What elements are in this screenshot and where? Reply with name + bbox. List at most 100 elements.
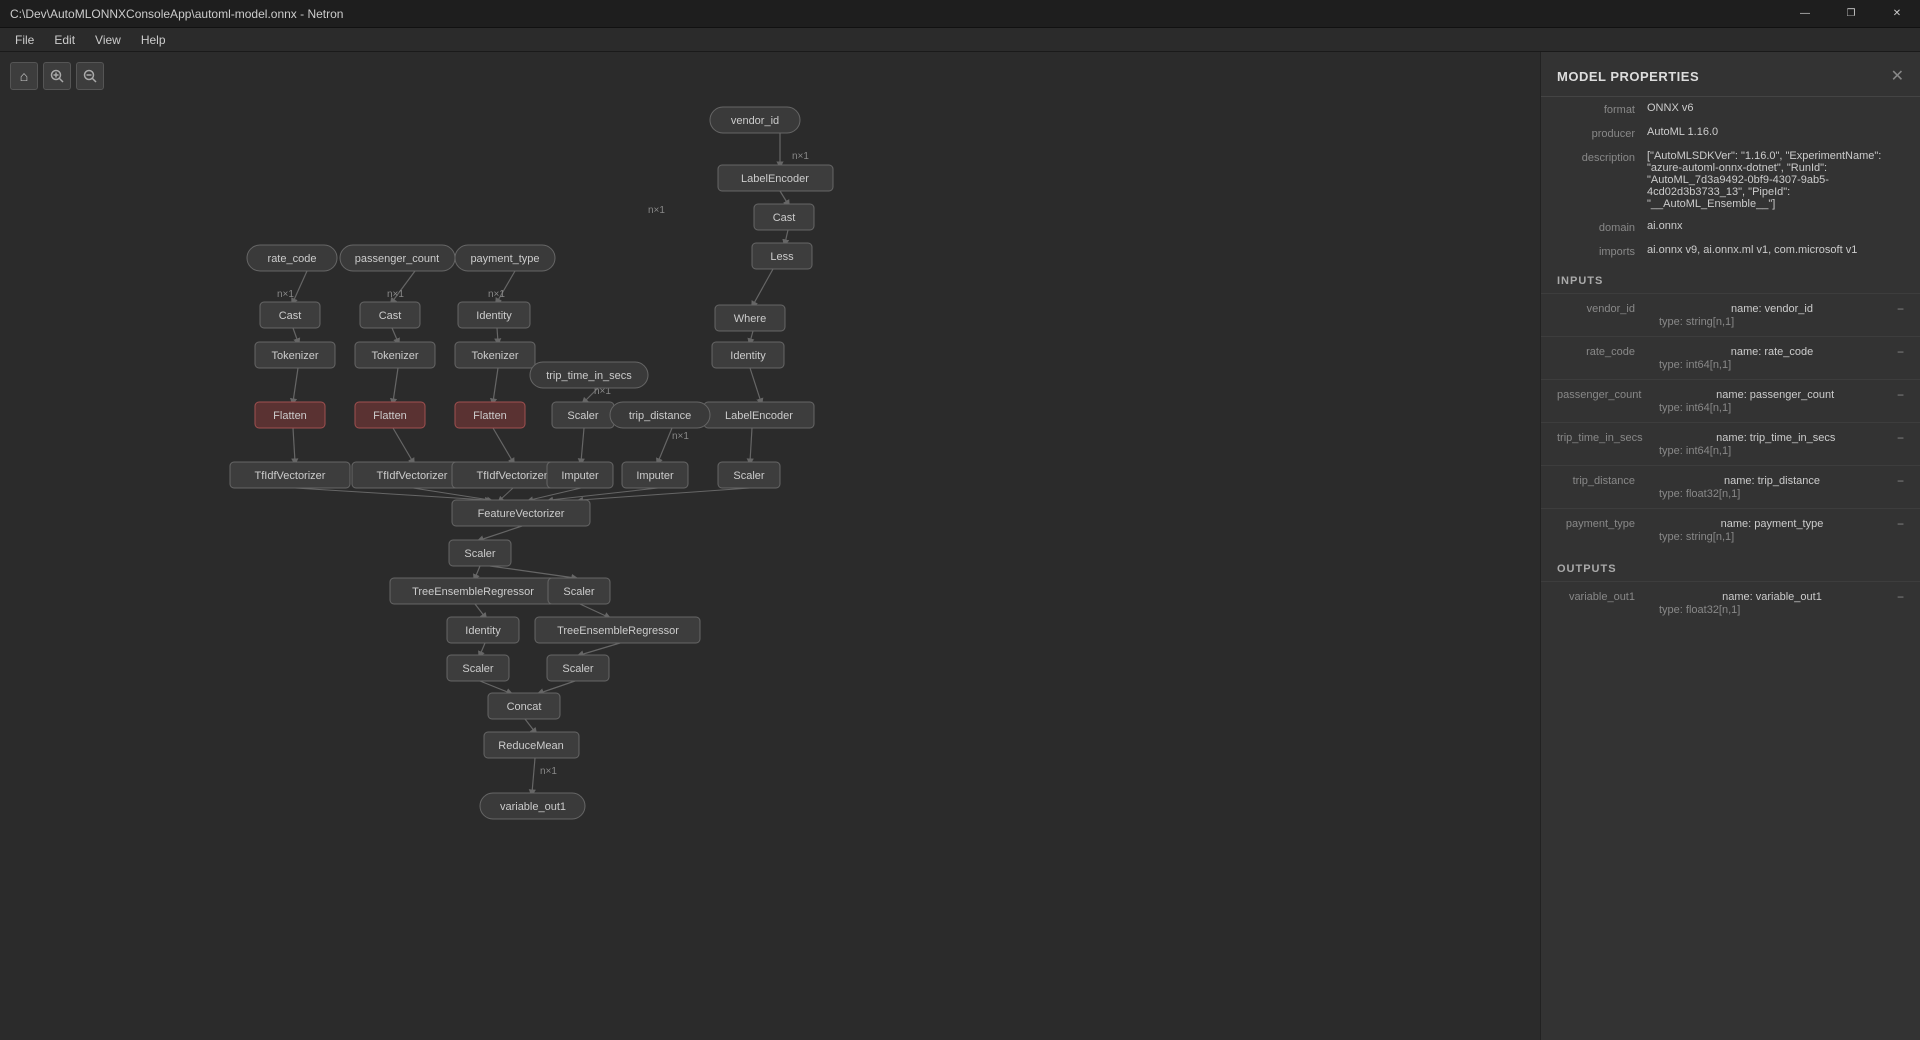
input-payment-type[interactable]: payment_type name: payment_type − type: … bbox=[1541, 508, 1920, 551]
input-vendor-id-type: type: string[n,1] bbox=[1557, 316, 1904, 332]
svg-text:FeatureVectorizer: FeatureVectorizer bbox=[478, 508, 565, 520]
menubar: File Edit View Help bbox=[0, 28, 1920, 52]
prop-imports-value: ai.onnx v9, ai.onnx.ml v1, com.microsoft… bbox=[1647, 244, 1904, 258]
menu-edit[interactable]: Edit bbox=[44, 28, 85, 52]
input-trip-time-name: name: trip_time_in_secs bbox=[1716, 432, 1835, 444]
sidebar-title: MODEL PROPERTIES bbox=[1557, 69, 1699, 84]
svg-text:Scaler: Scaler bbox=[733, 470, 765, 482]
input-trip-distance[interactable]: trip_distance name: trip_distance − type… bbox=[1541, 465, 1920, 508]
svg-text:Identity: Identity bbox=[476, 310, 512, 322]
input-rate-code-label: rate_code bbox=[1557, 346, 1647, 358]
prop-format-value: ONNX v6 bbox=[1647, 102, 1904, 116]
home-button[interactable]: ⌂ bbox=[10, 62, 38, 90]
input-payment-type-name: name: payment_type bbox=[1721, 518, 1824, 530]
output-variable-out1-label: variable_out1 bbox=[1557, 591, 1647, 603]
graph-area[interactable]: ⌂ bbox=[0, 52, 1540, 1040]
minimize-button[interactable]: — bbox=[1782, 0, 1828, 28]
input-payment-type-type: type: string[n,1] bbox=[1557, 531, 1904, 547]
input-passenger-count-type: type: int64[n,1] bbox=[1557, 402, 1904, 418]
input-trip-time[interactable]: trip_time_in_secs name: trip_time_in_sec… bbox=[1541, 422, 1920, 465]
svg-text:Scaler: Scaler bbox=[567, 410, 599, 422]
restore-button[interactable]: ❐ bbox=[1828, 0, 1874, 28]
menu-help[interactable]: Help bbox=[131, 28, 176, 52]
sidebar-header: MODEL PROPERTIES ✕ bbox=[1541, 52, 1920, 97]
input-trip-time-type: type: int64[n,1] bbox=[1557, 445, 1904, 461]
sidebar-close-button[interactable]: ✕ bbox=[1891, 66, 1904, 86]
input-passenger-count-expand[interactable]: − bbox=[1897, 388, 1904, 402]
input-vendor-id[interactable]: vendor_id name: vendor_id − type: string… bbox=[1541, 293, 1920, 336]
zoom-out-button[interactable] bbox=[76, 62, 104, 90]
window-controls: — ❐ ✕ bbox=[1782, 0, 1920, 28]
titlebar: C:\Dev\AutoMLONNXConsoleApp\automl-model… bbox=[0, 0, 1920, 28]
input-vendor-id-expand[interactable]: − bbox=[1897, 302, 1904, 316]
prop-description-value: ["AutoMLSDKVer": "1.16.0", "ExperimentNa… bbox=[1647, 150, 1904, 210]
output-variable-out1-expand[interactable]: − bbox=[1897, 590, 1904, 604]
input-passenger-count-label: passenger_count bbox=[1557, 389, 1653, 401]
svg-text:TfIdfVectorizer: TfIdfVectorizer bbox=[377, 470, 448, 482]
input-trip-time-label: trip_time_in_secs bbox=[1557, 432, 1655, 444]
svg-text:trip_distance: trip_distance bbox=[629, 410, 691, 422]
input-rate-code-expand[interactable]: − bbox=[1897, 345, 1904, 359]
svg-text:Cast: Cast bbox=[773, 212, 796, 224]
svg-text:n×1: n×1 bbox=[488, 289, 505, 300]
svg-text:TreeEnsembleRegressor: TreeEnsembleRegressor bbox=[412, 586, 534, 598]
svg-text:Identity: Identity bbox=[730, 350, 766, 362]
svg-text:TfIdfVectorizer: TfIdfVectorizer bbox=[255, 470, 326, 482]
prop-producer-label: producer bbox=[1557, 126, 1647, 140]
input-vendor-id-label: vendor_id bbox=[1557, 303, 1647, 315]
prop-producer: producer AutoML 1.16.0 bbox=[1541, 121, 1920, 145]
svg-text:Less: Less bbox=[770, 251, 794, 263]
svg-text:LabelEncoder: LabelEncoder bbox=[725, 410, 793, 422]
input-rate-code-name: name: rate_code bbox=[1731, 346, 1814, 358]
svg-text:Scaler: Scaler bbox=[562, 663, 594, 675]
svg-text:Tokenizer: Tokenizer bbox=[471, 350, 518, 362]
svg-text:vendor_id: vendor_id bbox=[731, 115, 779, 127]
graph-svg: n×1 n×1 n×1 n×1 n×1 n×1 n×1 n×1 vendor_i… bbox=[0, 52, 1540, 1040]
input-trip-distance-label: trip_distance bbox=[1557, 475, 1647, 487]
prop-domain-value: ai.onnx bbox=[1647, 220, 1904, 234]
svg-text:n×1: n×1 bbox=[672, 431, 689, 442]
svg-text:n×1: n×1 bbox=[387, 289, 404, 300]
input-rate-code[interactable]: rate_code name: rate_code − type: int64[… bbox=[1541, 336, 1920, 379]
prop-description-label: description bbox=[1557, 150, 1647, 210]
input-trip-distance-type: type: float32[n,1] bbox=[1557, 488, 1904, 504]
prop-producer-value: AutoML 1.16.0 bbox=[1647, 126, 1904, 140]
svg-text:TfIdfVectorizer: TfIdfVectorizer bbox=[477, 470, 548, 482]
svg-text:rate_code: rate_code bbox=[268, 253, 317, 265]
input-trip-time-expand[interactable]: − bbox=[1897, 431, 1904, 445]
svg-text:Flatten: Flatten bbox=[373, 410, 407, 422]
close-window-button[interactable]: ✕ bbox=[1874, 0, 1920, 28]
svg-text:Tokenizer: Tokenizer bbox=[371, 350, 418, 362]
svg-text:TreeEnsembleRegressor: TreeEnsembleRegressor bbox=[557, 625, 679, 637]
svg-text:passenger_count: passenger_count bbox=[355, 253, 439, 265]
inputs-section-title: INPUTS bbox=[1541, 263, 1920, 293]
prop-domain: domain ai.onnx bbox=[1541, 215, 1920, 239]
menu-view[interactable]: View bbox=[85, 28, 131, 52]
input-trip-distance-expand[interactable]: − bbox=[1897, 474, 1904, 488]
prop-domain-label: domain bbox=[1557, 220, 1647, 234]
svg-text:payment_type: payment_type bbox=[470, 253, 539, 265]
svg-text:Concat: Concat bbox=[507, 701, 542, 713]
zoom-in-button[interactable] bbox=[43, 62, 71, 90]
input-rate-code-type: type: int64[n,1] bbox=[1557, 359, 1904, 375]
svg-text:n×1: n×1 bbox=[792, 151, 809, 162]
input-payment-type-expand[interactable]: − bbox=[1897, 517, 1904, 531]
svg-text:Identity: Identity bbox=[465, 625, 501, 637]
output-variable-out1[interactable]: variable_out1 name: variable_out1 − type… bbox=[1541, 581, 1920, 624]
svg-text:Flatten: Flatten bbox=[473, 410, 507, 422]
svg-text:trip_time_in_secs: trip_time_in_secs bbox=[546, 370, 632, 382]
outputs-section-title: OUTPUTS bbox=[1541, 551, 1920, 581]
title-text: C:\Dev\AutoMLONNXConsoleApp\automl-model… bbox=[10, 7, 343, 21]
svg-text:n×1: n×1 bbox=[648, 205, 665, 216]
input-passenger-count-name: name: passenger_count bbox=[1716, 389, 1834, 401]
svg-text:Cast: Cast bbox=[279, 310, 302, 322]
svg-text:n×1: n×1 bbox=[277, 289, 294, 300]
svg-text:Flatten: Flatten bbox=[273, 410, 307, 422]
input-trip-distance-name: name: trip_distance bbox=[1724, 475, 1820, 487]
menu-file[interactable]: File bbox=[5, 28, 44, 52]
svg-text:Cast: Cast bbox=[379, 310, 402, 322]
prop-description: description ["AutoMLSDKVer": "1.16.0", "… bbox=[1541, 145, 1920, 215]
svg-text:Imputer: Imputer bbox=[561, 470, 599, 482]
svg-text:ReduceMean: ReduceMean bbox=[498, 740, 563, 752]
input-passenger-count[interactable]: passenger_count name: passenger_count − … bbox=[1541, 379, 1920, 422]
